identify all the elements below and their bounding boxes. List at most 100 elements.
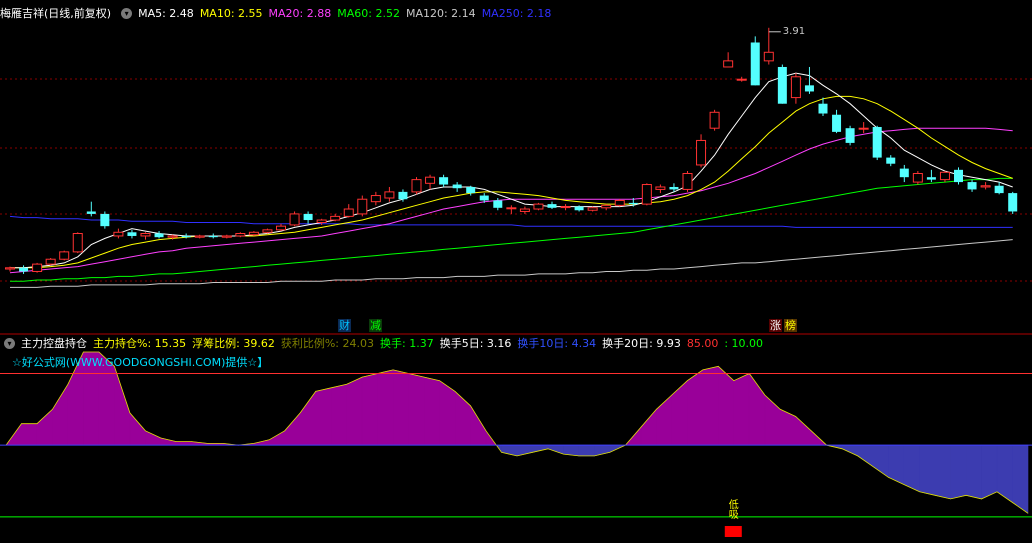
candle[interactable] — [533, 202, 544, 211]
candle[interactable] — [370, 191, 381, 206]
candle[interactable] — [926, 169, 936, 183]
candle[interactable] — [100, 211, 110, 229]
candle[interactable] — [886, 155, 896, 167]
ma250-line — [9, 215, 1013, 228]
candle[interactable] — [682, 171, 693, 192]
candle[interactable] — [709, 109, 720, 131]
candle[interactable] — [19, 265, 29, 274]
indicator-segment — [857, 444, 874, 468]
top-gridlines — [0, 78, 1032, 282]
chart-canvas — [0, 27, 1032, 537]
indicator-segment — [145, 430, 162, 446]
indicator-segment — [21, 423, 38, 446]
indicator-segment — [578, 444, 595, 457]
candle[interactable] — [45, 258, 56, 266]
candle[interactable] — [506, 205, 517, 214]
candle[interactable] — [32, 262, 43, 273]
indicator-segment — [330, 383, 347, 446]
indicator-segment — [671, 379, 688, 446]
candle[interactable] — [276, 223, 286, 232]
indicator-segment — [795, 415, 812, 446]
candle[interactable] — [804, 66, 814, 94]
candle[interactable] — [777, 64, 787, 104]
candle[interactable] — [912, 171, 923, 185]
candle[interactable] — [154, 231, 164, 239]
candle[interactable] — [262, 228, 273, 234]
candlestick-series — [5, 27, 1018, 274]
candle[interactable] — [343, 204, 354, 218]
candle[interactable] — [113, 228, 124, 239]
candle[interactable] — [411, 177, 422, 195]
candle[interactable] — [439, 174, 449, 187]
signal-marker — [724, 526, 742, 537]
candle[interactable] — [330, 213, 341, 222]
candle[interactable] — [72, 232, 83, 254]
candle[interactable] — [357, 195, 368, 217]
candle[interactable] — [425, 174, 436, 190]
candle[interactable] — [655, 184, 666, 194]
candle[interactable] — [980, 182, 991, 190]
candle[interactable] — [560, 204, 571, 211]
top-panel-header: 梅雁吉祥(日线,前复权) ▾ MA5: 2.48 MA10: 2.55 MA20: 2.… — [0, 6, 563, 22]
indicator-name[interactable]: 主力控盘持仓 — [21, 337, 87, 350]
candle[interactable] — [939, 171, 950, 183]
candle[interactable] — [5, 266, 15, 272]
candle[interactable] — [452, 182, 462, 192]
candle[interactable] — [519, 206, 530, 214]
stat-label: 换手10日: 4.34 — [517, 337, 597, 350]
indicator-segment — [176, 441, 193, 446]
candle[interactable] — [384, 186, 395, 202]
candle[interactable] — [303, 211, 313, 224]
candle[interactable] — [723, 52, 734, 68]
candle[interactable] — [736, 76, 747, 82]
candle[interactable] — [289, 211, 300, 227]
candle[interactable] — [763, 27, 774, 65]
badge-finance[interactable]: 财 — [338, 319, 351, 332]
stat-label: 85.00 — [686, 337, 719, 350]
candle[interactable] — [994, 182, 1004, 195]
ma-label: MA250: 2.18 — [481, 7, 552, 20]
indicator-segment — [129, 412, 146, 446]
indicator-segment — [423, 376, 440, 446]
candle[interactable] — [601, 204, 612, 211]
indicator-segment — [965, 444, 982, 500]
candle[interactable] — [954, 167, 963, 185]
candle[interactable] — [750, 36, 760, 86]
ma-label: MA120: 2.14 — [405, 7, 476, 20]
period-label: (日线,前复权) — [44, 7, 112, 20]
candle[interactable] — [59, 250, 70, 261]
candle[interactable] — [248, 231, 259, 236]
stat-label: 浮筹比例: 39.62 — [192, 337, 275, 350]
chevron-down-icon[interactable]: ▾ — [121, 7, 133, 19]
candle[interactable] — [587, 206, 598, 212]
candle[interactable] — [235, 232, 246, 238]
candle[interactable] — [872, 125, 882, 161]
indicator-segment — [919, 444, 936, 496]
ma5-line — [10, 72, 1013, 269]
candle[interactable] — [614, 199, 625, 207]
signal-bar — [724, 526, 742, 537]
candle[interactable] — [832, 109, 842, 134]
chevron-down-icon[interactable]: ▾ — [4, 337, 15, 349]
candle[interactable] — [86, 201, 96, 217]
candle[interactable] — [696, 134, 707, 168]
candle[interactable] — [899, 164, 909, 183]
stock-name[interactable]: 梅雁吉祥 — [0, 7, 44, 20]
badge-rise[interactable]: 涨 — [769, 319, 782, 332]
candle[interactable] — [140, 232, 151, 240]
candle[interactable] — [221, 234, 232, 239]
candle[interactable] — [208, 233, 218, 239]
bottom-panel-header: ▾ 主力控盘持仓 主力持仓%: 15.35 浮筹比例: 39.62 获利比例%: 24.… — [0, 336, 775, 352]
candle[interactable] — [858, 122, 869, 134]
indicator-segment — [532, 444, 549, 453]
candle[interactable] — [194, 234, 205, 239]
badge-list[interactable]: 榜 — [784, 319, 797, 332]
candle[interactable] — [547, 201, 557, 210]
candle[interactable] — [641, 183, 652, 206]
candle[interactable] — [845, 125, 855, 146]
candle[interactable] — [127, 229, 137, 239]
candle[interactable] — [1008, 191, 1018, 214]
candle[interactable] — [790, 73, 801, 104]
candle[interactable] — [967, 179, 977, 192]
badge-reduce[interactable]: 减 — [369, 319, 382, 332]
